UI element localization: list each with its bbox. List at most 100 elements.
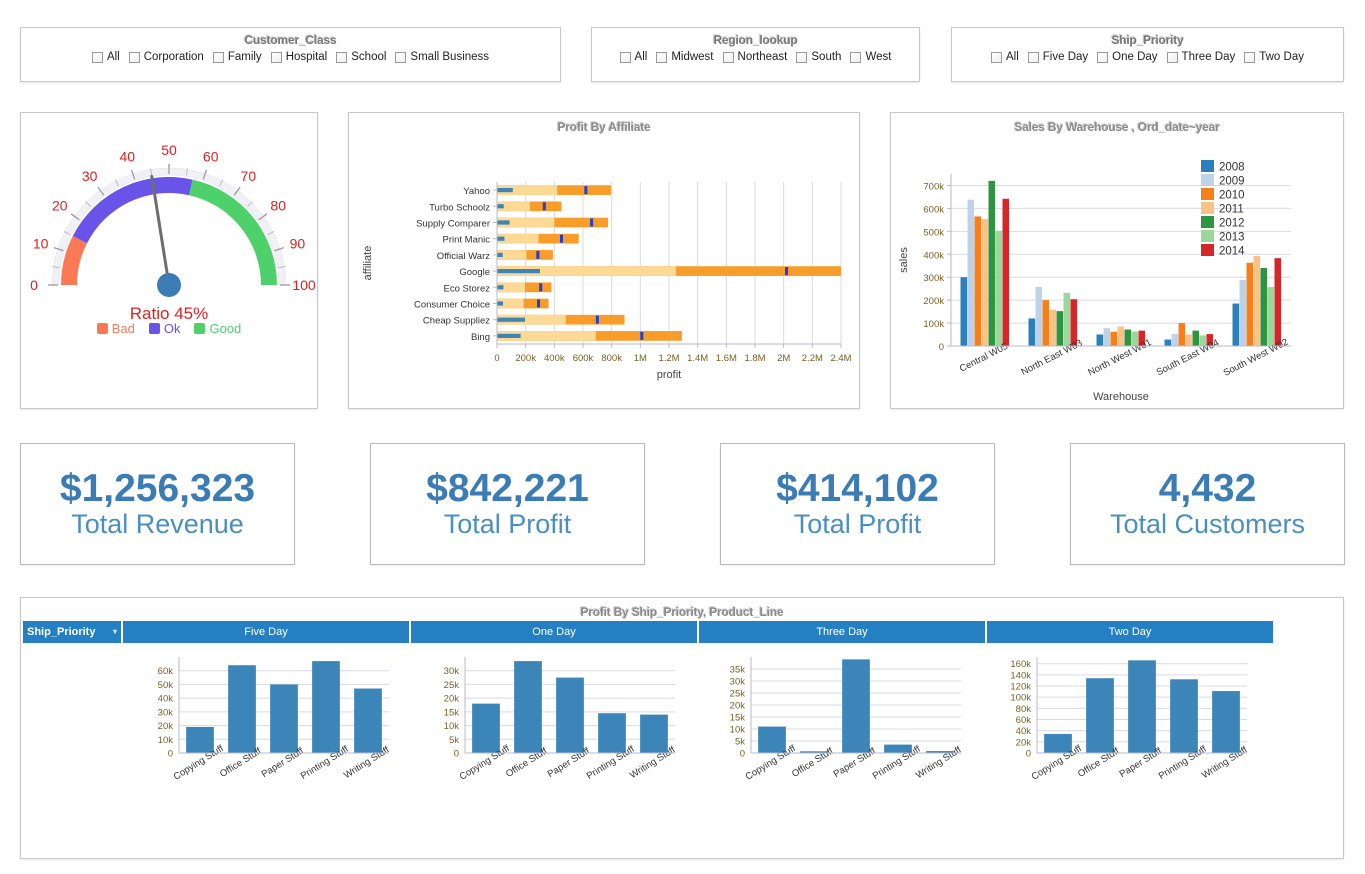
svg-text:160k: 160k: [1010, 659, 1031, 670]
gauge-caption: Ratio 45%: [130, 304, 208, 323]
checkbox-icon[interactable]: [620, 52, 631, 63]
trellis-row-header[interactable]: Ship_Priority▾: [23, 621, 121, 643]
trellis-column-header-1[interactable]: One Day: [411, 621, 697, 643]
svg-text:0: 0: [939, 342, 944, 353]
trellis-panel-1[interactable]: 05k10k15k20k25k30kCopying StuffOffice St…: [407, 643, 693, 843]
svg-text:0: 0: [1026, 749, 1031, 760]
svg-text:20: 20: [52, 198, 68, 214]
checkbox-icon[interactable]: [1097, 52, 1108, 63]
svg-text:15k: 15k: [730, 713, 746, 724]
checkbox-icon[interactable]: [991, 52, 1002, 63]
checkbox-icon[interactable]: [850, 52, 861, 63]
trellis-panel-0[interactable]: 010k20k30k40k50k60kCopying StuffOffice S…: [121, 643, 407, 843]
svg-text:50k: 50k: [158, 680, 174, 691]
svg-text:15k: 15k: [444, 707, 460, 718]
legend-year-label: 2010: [1219, 190, 1245, 202]
svg-text:1.4M: 1.4M: [687, 353, 708, 364]
checkbox-icon[interactable]: [1028, 52, 1039, 63]
legend-year-label: 2009: [1219, 176, 1245, 188]
filter-panel-ship-priority: Ship_Priority All Five Day One Day Three Da…: [951, 27, 1344, 82]
gauge-chart[interactable]: 0102030405060708090100Ratio 45%: [21, 113, 317, 343]
filter-option-region-lookup-3[interactable]: South: [796, 51, 841, 63]
checkbox-icon[interactable]: [656, 52, 667, 63]
filter-option-region-lookup-0[interactable]: All: [620, 51, 648, 63]
checkbox-icon[interactable]: [336, 52, 347, 63]
kpi-value: $1,256,323: [60, 468, 255, 509]
sales-by-warehouse-chart[interactable]: 0100k200k300k400k500k600k700kCentral W05…: [891, 134, 1343, 406]
filter-option-label: South: [811, 51, 841, 63]
filter-option-customer-class-4[interactable]: School: [336, 51, 386, 63]
svg-text:2M: 2M: [777, 353, 790, 364]
kpi-total-profit-primary[interactable]: $842,221 Total Profit: [370, 443, 645, 565]
filter-option-label: Hospital: [286, 51, 328, 63]
sales-by-warehouse-card: Sales By Warehouse , Ord_date~year 0100k…: [890, 112, 1344, 409]
filter-option-label: Corporation: [144, 51, 204, 63]
filter-option-ship-priority-2[interactable]: One Day: [1097, 51, 1157, 63]
svg-text:60k: 60k: [158, 666, 174, 677]
checkbox-icon[interactable]: [395, 52, 406, 63]
filter-option-label: One Day: [1112, 51, 1157, 63]
filter-panel-customer-class: Customer_Class AllCorporationFamilyHospi…: [20, 27, 561, 82]
svg-text:400k: 400k: [544, 353, 565, 364]
svg-text:10k: 10k: [444, 721, 460, 732]
svg-text:50: 50: [161, 142, 177, 158]
kpi-label: Total Customers: [1110, 509, 1305, 540]
kpi-total-profit-secondary[interactable]: $414,102 Total Profit: [720, 443, 995, 565]
trellis-panel-3[interactable]: 020k40k60k80k100k120k140k160kCopying Stu…: [979, 643, 1265, 843]
kpi-total-revenue[interactable]: $1,256,323 Total Revenue: [20, 443, 295, 565]
checkbox-icon[interactable]: [129, 52, 140, 63]
svg-text:20k: 20k: [730, 701, 746, 712]
trellis-column-header-0[interactable]: Five Day: [123, 621, 409, 643]
svg-text:1.2M: 1.2M: [658, 353, 679, 364]
legend-year-label: 2012: [1219, 218, 1245, 230]
svg-text:0: 0: [30, 277, 38, 293]
filter-options-customer-class: All Corporation Family Hospital School Small …: [21, 47, 560, 69]
filter-option-region-lookup-1[interactable]: Midwest: [656, 51, 713, 63]
filter-option-customer-class-5[interactable]: Small Business: [395, 51, 489, 63]
legend-year-label: 2014: [1219, 246, 1245, 258]
svg-text:70: 70: [241, 168, 257, 184]
svg-text:400k: 400k: [923, 250, 944, 261]
checkbox-icon[interactable]: [1244, 52, 1255, 63]
filter-title-region-lookup: Region_lookup: [592, 28, 919, 47]
legend-year-label: 2011: [1219, 204, 1244, 216]
filter-option-label: All: [107, 51, 120, 63]
trellis-column-header-3[interactable]: Two Day: [987, 621, 1273, 643]
svg-text:5k: 5k: [735, 737, 745, 748]
trellis-panel-2[interactable]: 05k10k15k20k25k30k35kCopying StuffOffice…: [693, 643, 979, 843]
filter-option-customer-class-2[interactable]: Family: [213, 51, 262, 63]
filter-option-region-lookup-4[interactable]: West: [850, 51, 891, 63]
filter-option-ship-priority-1[interactable]: Five Day: [1028, 51, 1088, 63]
kpi-value: $842,221: [426, 468, 589, 509]
filter-option-customer-class-3[interactable]: Hospital: [271, 51, 328, 63]
profit-by-affiliate-title: Profit By Affiliate: [349, 113, 859, 134]
checkbox-icon[interactable]: [213, 52, 224, 63]
trellis-column-header-2[interactable]: Three Day: [699, 621, 985, 643]
filter-option-customer-class-1[interactable]: Corporation: [129, 51, 204, 63]
profit-by-affiliate-chart[interactable]: 0200k400k600k800k1M1.2M1.4M1.6M1.8M2M2.2…: [349, 134, 859, 404]
svg-text:200k: 200k: [515, 353, 536, 364]
kpi-total-customers[interactable]: 4,432 Total Customers: [1070, 443, 1345, 565]
svg-text:500k: 500k: [923, 227, 944, 238]
filter-title-ship-priority: Ship_Priority: [952, 28, 1343, 47]
svg-text:80k: 80k: [1016, 704, 1032, 715]
filter-option-customer-class-0[interactable]: All: [92, 51, 120, 63]
chevron-down-icon[interactable]: ▾: [113, 627, 117, 636]
filter-option-ship-priority-3[interactable]: Three Day: [1167, 51, 1236, 63]
svg-text:100k: 100k: [1010, 693, 1031, 704]
affiliate-label: Bing: [471, 332, 490, 343]
legend-year-label: 2008: [1219, 162, 1245, 174]
filter-option-ship-priority-4[interactable]: Two Day: [1244, 51, 1304, 63]
filter-option-ship-priority-0[interactable]: All: [991, 51, 1019, 63]
affiliate-label: Cheap Suppliez: [423, 316, 490, 327]
affiliate-label: Supply Comparer: [416, 219, 490, 230]
checkbox-icon[interactable]: [271, 52, 282, 63]
checkbox-icon[interactable]: [723, 52, 734, 63]
checkbox-icon[interactable]: [1167, 52, 1178, 63]
checkbox-icon[interactable]: [796, 52, 807, 63]
filter-option-label: West: [865, 51, 891, 63]
filter-options-ship-priority: All Five Day One Day Three Day Two Day: [952, 47, 1343, 69]
product-line-label: Writing Stuff: [914, 744, 964, 781]
filter-option-region-lookup-2[interactable]: Northeast: [723, 51, 788, 63]
checkbox-icon[interactable]: [92, 52, 103, 63]
